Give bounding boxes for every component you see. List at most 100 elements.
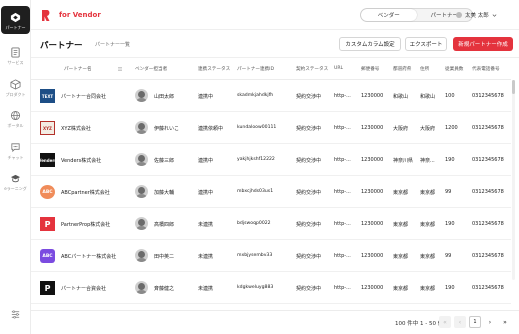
address-cell: 神奈... <box>420 158 435 164</box>
column-header-employees[interactable]: 従業員数 <box>445 66 463 72</box>
sidebar-item-elearning[interactable]: eラーニング <box>0 170 31 192</box>
user-menu[interactable]: 太美 太郎 <box>456 11 497 19</box>
partner-name-cell[interactable]: XYZ株式会社 <box>61 125 91 132</box>
column-header-url[interactable]: URL <box>334 66 343 71</box>
next-page-button[interactable]: › <box>484 316 496 328</box>
link-id-cell: mbxcjhds03us1 <box>237 189 274 194</box>
link-status-cell: 連携依頼中 <box>198 126 224 132</box>
sidebar: パートナー サービス プロダクト ポータル チャット eラーニング <box>0 0 31 334</box>
employee-count-cell: 99 <box>445 189 452 195</box>
column-header-phone[interactable]: 代表電話番号 <box>472 66 500 72</box>
partner-logo: ABC <box>40 249 55 263</box>
current-page[interactable]: 1 <box>469 316 481 328</box>
link-id-cell: kundaloow00111 <box>237 125 277 130</box>
url-cell[interactable]: http-... <box>334 285 351 291</box>
contract-status-cell: 契約交渉中 <box>296 126 322 132</box>
vendor-name-cell: 伊藤れいこ <box>154 126 180 132</box>
link-id-cell: mxbjysembv33 <box>237 253 273 258</box>
phone-number-cell: 0312345678 <box>472 157 504 163</box>
link-id-cell: skadmkjahdkjfh <box>237 93 274 98</box>
column-header-link-status[interactable]: 連携ステータス <box>198 66 230 72</box>
sidebar-item-portal[interactable]: ポータル <box>0 107 31 129</box>
table-body: TEXT パートナー合同会社 山田太郎 連携中 skadmkjahdkjfh 契約交渉中 h… <box>31 80 511 304</box>
address-cell: 東京都 <box>420 286 436 292</box>
phone-number-cell: 0312345678 <box>472 189 504 195</box>
link-status-cell: 未連携 <box>198 222 214 228</box>
table-row[interactable]: ABC ABCパートナー株式会社 田中英二 未連携 mxbjysembv33 契約交渉中 h… <box>31 240 511 272</box>
table-row[interactable]: P パートナー合資会社 斉藤健之 未連携 kdgkweluyg883 契約交渉中 http-… <box>31 272 511 304</box>
table-row[interactable]: Venders Venders株式会社 佐藤三郎 連携中 yakjhjkshf12222… <box>31 144 511 176</box>
url-cell[interactable]: http-... <box>334 253 351 259</box>
sidebar-item-label: パートナー <box>5 25 26 30</box>
prefecture-cell: 大阪府 <box>393 126 409 132</box>
table-row[interactable]: P PartnerProp株式会社 高橋四郎 未連携 bdjswoqp0022 契約交渉中… <box>31 208 511 240</box>
column-menu-icon[interactable] <box>117 66 123 72</box>
zip-code-cell: 1230000 <box>361 285 384 291</box>
settings-menu-icon[interactable] <box>10 309 21 320</box>
record-count: 100 件中 1 - 50 件 <box>395 321 444 327</box>
prefecture-cell: 東京都 <box>393 190 409 196</box>
toggle-vendor[interactable]: ベンダー <box>361 9 417 21</box>
prev-page-button[interactable]: ‹ <box>454 316 466 328</box>
avatar <box>135 281 148 294</box>
partner-name-cell[interactable]: ABCpartner株式会社 <box>61 189 110 196</box>
partner-icon <box>10 12 21 23</box>
table-scrollbar[interactable] <box>512 80 515 280</box>
avatar <box>135 121 148 134</box>
link-status-cell: 連携中 <box>198 94 214 100</box>
url-cell[interactable]: http-... <box>334 125 351 131</box>
url-cell[interactable]: http-... <box>334 157 351 163</box>
address-cell: 大阪府 <box>420 126 436 132</box>
link-status-cell: 連携中 <box>198 190 214 196</box>
contract-status-cell: 契約交渉中 <box>296 254 322 260</box>
table-row[interactable]: XYZ XYZ株式会社 伊藤れいこ 連携依頼中 kundaloow00111 契約交渉中 h… <box>31 112 511 144</box>
column-header-name[interactable]: パートナー名 <box>64 66 92 72</box>
first-page-button[interactable]: « <box>439 316 451 328</box>
table-row[interactable]: TEXT パートナー合同会社 山田太郎 連携中 skadmkjahdkjfh 契約交渉中 h… <box>31 80 511 112</box>
employee-count-cell: 190 <box>445 157 455 163</box>
sidebar-item-label: eラーニング <box>4 186 27 191</box>
sidebar-item-chat[interactable]: チャット <box>0 139 31 161</box>
table-row[interactable]: ABC ABCpartner株式会社 加藤大輔 連携中 mbxcjhds03us1 契約交… <box>31 176 511 208</box>
partner-name-cell[interactable]: PartnerProp株式会社 <box>61 221 110 228</box>
column-header-link-id[interactable]: パートナー連携ID <box>237 66 274 72</box>
url-cell[interactable]: http-... <box>334 189 351 195</box>
top-bar: for Vendor ベンダー パートナー 太美 太郎 <box>31 0 519 30</box>
partner-name-cell[interactable]: ABCパートナー株式会社 <box>61 253 116 260</box>
url-cell[interactable]: http-... <box>334 93 351 99</box>
column-header-address[interactable]: 住所 <box>420 66 429 72</box>
column-header-contract[interactable]: 契約ステータス <box>296 66 328 72</box>
page-header: パートナー パートナー一覧 カスタムカラム設定 エクスポート 新規パートナー作成 <box>31 30 519 58</box>
last-page-button[interactable]: » <box>499 316 511 328</box>
column-header-vendor[interactable]: ベンダー担当者 <box>135 66 167 72</box>
sidebar-item-service[interactable]: サービス <box>0 44 31 66</box>
column-header-zip[interactable]: 郵便番号 <box>361 66 379 72</box>
link-status-cell: 未連携 <box>198 254 214 260</box>
elearning-icon <box>10 174 21 183</box>
vendor-name-cell: 加藤大輔 <box>154 190 175 196</box>
breadcrumb[interactable]: パートナー一覧 <box>95 41 130 48</box>
product-icon <box>10 79 21 90</box>
user-name: 太美 太郎 <box>465 13 489 19</box>
vendor-name-cell: 田中英二 <box>154 254 175 260</box>
export-button[interactable]: エクスポート <box>405 37 447 51</box>
sidebar-item-product[interactable]: プロダクト <box>0 76 31 98</box>
partner-logo: ABC <box>40 185 55 199</box>
employee-count-cell: 1200 <box>445 125 458 131</box>
column-header-prefecture[interactable]: 都道府県 <box>393 66 411 72</box>
new-partner-button[interactable]: 新規パートナー作成 <box>453 37 513 51</box>
partner-logo: P <box>40 217 55 231</box>
partner-name-cell[interactable]: Venders株式会社 <box>61 157 101 164</box>
url-cell[interactable]: http-... <box>334 221 351 227</box>
prefecture-cell: 東京都 <box>393 286 409 292</box>
phone-number-cell: 0312345678 <box>472 125 504 131</box>
scrollbar-thumb[interactable] <box>512 80 515 94</box>
partner-name-cell[interactable]: パートナー合資会社 <box>61 285 106 292</box>
address-cell: 和歌山 <box>420 94 436 100</box>
zip-code-cell: 1230000 <box>361 93 384 99</box>
custom-columns-button[interactable]: カスタムカラム設定 <box>339 37 401 51</box>
link-id-cell: yakjhjkshf12222 <box>237 157 275 162</box>
employee-count-cell: 99 <box>445 253 452 259</box>
partner-name-cell[interactable]: パートナー合同会社 <box>61 93 106 100</box>
sidebar-item-partner[interactable]: パートナー <box>1 6 30 34</box>
